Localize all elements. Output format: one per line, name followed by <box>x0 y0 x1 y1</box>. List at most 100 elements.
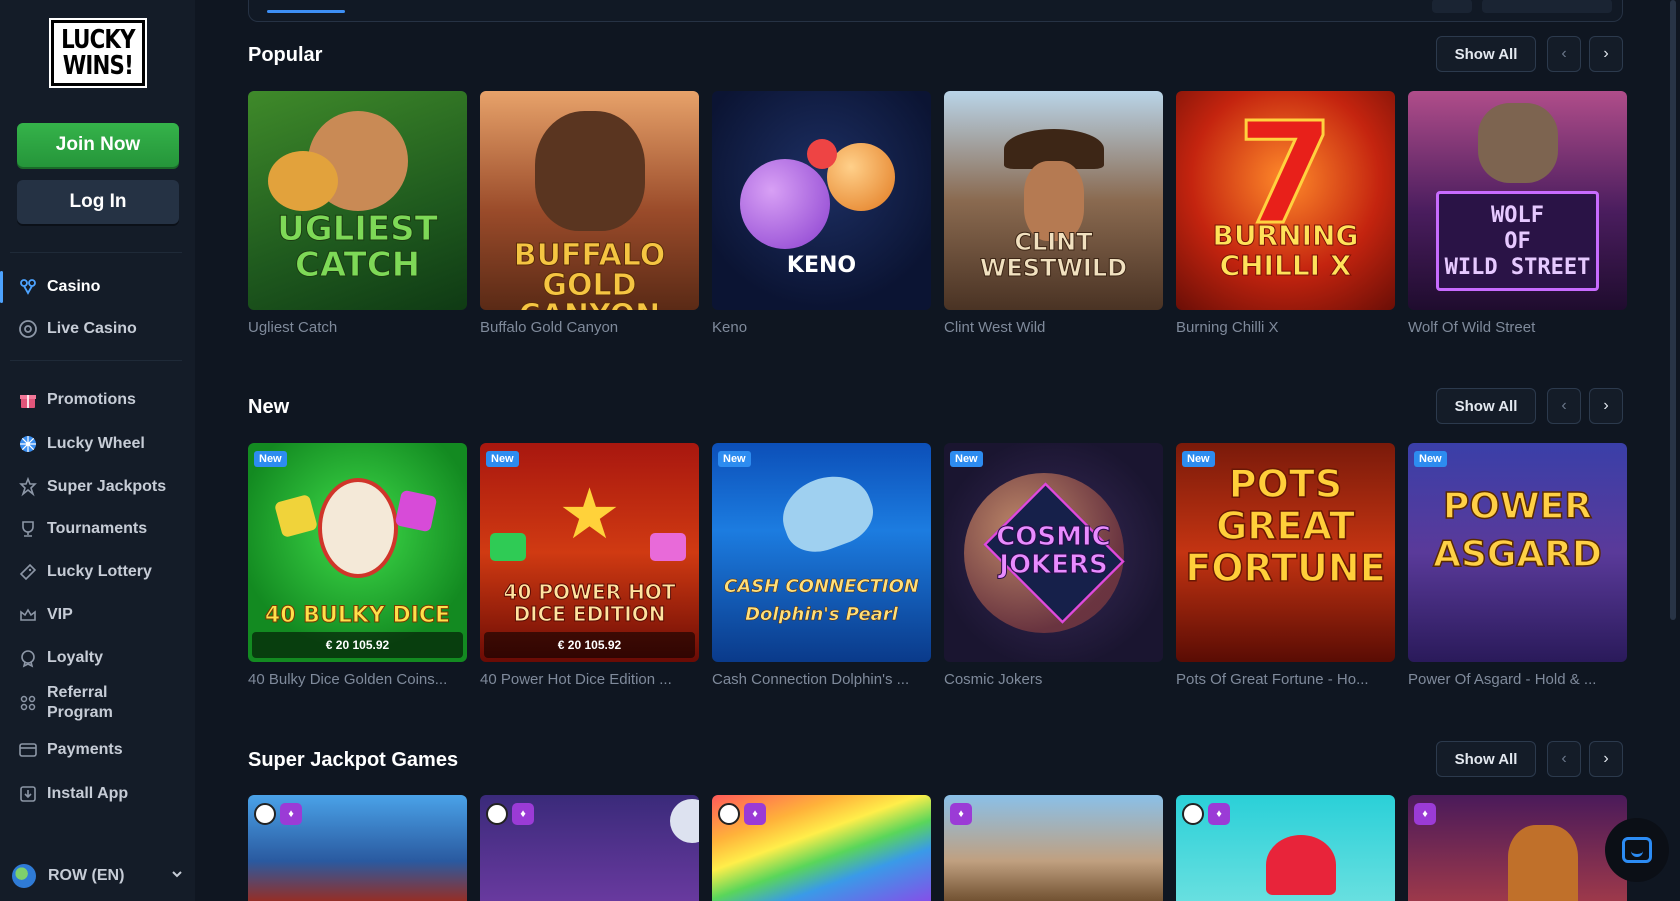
section-title: Super Jackpot Games <box>248 749 459 771</box>
game-name: Wolf Of Wild Street <box>1408 319 1536 336</box>
game-art-text: WOLF OF WILD STREET <box>1444 203 1591 280</box>
game-card[interactable]: ♦ <box>1176 795 1395 901</box>
game-name: Burning Chilli X <box>1176 319 1279 336</box>
gem-icon: ♦ <box>1414 803 1436 825</box>
sidebar-item-lucky-wheel[interactable]: Lucky Wheel <box>0 424 195 464</box>
prev-arrow-button[interactable]: ‹ <box>1547 741 1581 777</box>
logo-line-2: WINS! <box>62 51 134 81</box>
game-thumbnail[interactable]: New ★ 40 POWER HOT DICE EDITION € 20 105… <box>480 443 699 662</box>
sidebar-item-payments[interactable]: Payments <box>0 730 195 770</box>
live-chat-button[interactable] <box>1605 818 1669 882</box>
game-card[interactable]: ♦ <box>248 795 467 901</box>
game-art-text: CLINT WESTWILD <box>979 228 1128 282</box>
sidebar-item-install-app[interactable]: Install App <box>0 774 195 814</box>
game-card[interactable]: ♦ <box>944 795 1163 901</box>
next-arrow-button[interactable]: › <box>1589 388 1623 424</box>
game-card[interactable]: 7 BURNING CHILLI X Burning Chilli X <box>1176 91 1395 336</box>
game-thumbnail[interactable]: ♦ <box>944 795 1163 901</box>
loyalty-icon <box>18 648 38 668</box>
main-content: Popular Show All ‹ › UGLIEST CATCH Uglie… <box>195 0 1680 901</box>
sidebar-item-lucky-lottery[interactable]: Lucky Lottery <box>0 552 195 592</box>
sidebar-item-super-jackpots[interactable]: Super Jackpots <box>0 467 195 507</box>
game-card[interactable]: New 40 BULKY DICE € 20 105.92 40 Bulky D… <box>248 443 467 688</box>
log-in-button[interactable]: Log In <box>17 180 179 224</box>
join-now-button[interactable]: Join Now <box>17 123 179 167</box>
scrollbar-thumb[interactable] <box>1670 0 1676 620</box>
game-name: Keno <box>712 319 748 336</box>
game-art-text: POTS GREAT FORTUNE <box>1185 462 1387 590</box>
search-field[interactable] <box>1482 0 1612 13</box>
brand-logo[interactable]: LUCKY WINS! <box>49 18 147 88</box>
next-arrow-button[interactable]: › <box>1589 741 1623 777</box>
show-all-button[interactable]: Show All <box>1436 388 1536 424</box>
filter-button[interactable] <box>1432 0 1472 13</box>
game-thumbnail[interactable]: New COSMIC JOKERS <box>944 443 1163 662</box>
game-thumbnail[interactable]: New POWER ASGARD <box>1408 443 1627 662</box>
game-name: Buffalo Gold Canyon <box>480 319 619 336</box>
gem-icon: ♦ <box>744 803 766 825</box>
globe-icon <box>12 864 36 888</box>
sidebar: LUCKY WINS! Join Now Log In Casino Live … <box>0 0 195 901</box>
game-thumbnail[interactable]: ♦ <box>248 795 467 901</box>
game-thumbnail[interactable]: New 40 BULKY DICE € 20 105.92 <box>248 443 467 662</box>
drops-wins-icon <box>254 803 276 825</box>
game-art-text: UGLIEST CATCH <box>277 209 439 285</box>
chevron-right-icon: › <box>1603 45 1609 62</box>
game-name: 40 Power Hot Dice Edition ... <box>480 671 672 688</box>
game-thumbnail[interactable]: CLINT WESTWILD <box>944 91 1163 310</box>
section-title: New <box>248 396 290 418</box>
game-name: Cosmic Jokers <box>944 671 1043 688</box>
language-selector[interactable]: ROW (EN) <box>12 861 184 891</box>
sidebar-item-referral-program[interactable]: Referral Program <box>0 681 195 725</box>
new-badge: New <box>254 451 287 467</box>
game-thumbnail[interactable]: ♦ <box>1176 795 1395 901</box>
game-card[interactable]: BUFFALO GOLD CANYON Buffalo Gold Canyon <box>480 91 699 336</box>
game-thumbnail[interactable]: BUFFALO GOLD CANYON <box>480 91 699 310</box>
game-thumbnail[interactable]: New CASH CONNECTION Dolphin's Pearl <box>712 443 931 662</box>
game-thumbnail[interactable]: WOLF OF WILD STREET <box>1408 91 1627 310</box>
game-name: Cash Connection Dolphin's ... <box>712 671 910 688</box>
game-card[interactable]: ♦ <box>1408 795 1627 901</box>
show-all-button[interactable]: Show All <box>1436 36 1536 72</box>
ticket-icon <box>18 562 38 582</box>
game-thumbnail[interactable]: ♦ <box>712 795 931 901</box>
game-thumbnail[interactable]: ♦ <box>1408 795 1627 901</box>
show-all-button[interactable]: Show All <box>1436 741 1536 777</box>
prev-arrow-button[interactable]: ‹ <box>1547 36 1581 72</box>
game-card[interactable]: CLINT WESTWILD Clint West Wild <box>944 91 1163 336</box>
sidebar-item-casino[interactable]: Casino <box>0 267 195 307</box>
sidebar-item-vip[interactable]: VIP <box>0 595 195 635</box>
sidebar-item-promotions[interactable]: Promotions <box>0 380 195 420</box>
game-thumbnail[interactable]: 7 BURNING CHILLI X <box>1176 91 1395 310</box>
game-thumbnail[interactable]: UGLIEST CATCH <box>248 91 467 310</box>
sidebar-item-tournaments[interactable]: Tournaments <box>0 509 195 549</box>
game-card[interactable]: KENO Keno <box>712 91 931 336</box>
chevron-left-icon: ‹ <box>1561 750 1567 767</box>
game-thumbnail[interactable]: KENO <box>712 91 931 310</box>
game-card[interactable]: New COSMIC JOKERS Cosmic Jokers <box>944 443 1163 688</box>
game-card[interactable]: UGLIEST CATCH Ugliest Catch <box>248 91 467 336</box>
game-card[interactable]: WOLF OF WILD STREET Wolf Of Wild Street <box>1408 91 1627 336</box>
game-card[interactable]: New POTS GREAT FORTUNE Pots Of Great For… <box>1176 443 1395 688</box>
sidebar-item-label: Loyalty <box>47 649 104 666</box>
sidebar-item-live-casino[interactable]: Live Casino <box>0 309 195 349</box>
sidebar-divider <box>10 252 182 253</box>
sidebar-item-label: Install App <box>47 785 129 802</box>
sidebar-item-loyalty[interactable]: Loyalty <box>0 638 195 678</box>
prev-arrow-button[interactable]: ‹ <box>1547 388 1581 424</box>
new-badge: New <box>486 451 519 467</box>
game-card[interactable]: New POWER ASGARD Power Of Asgard - Hold … <box>1408 443 1627 688</box>
drops-wins-icon <box>486 803 508 825</box>
next-arrow-button[interactable]: › <box>1589 36 1623 72</box>
gem-icon: ♦ <box>1208 803 1230 825</box>
game-thumbnail[interactable]: New POTS GREAT FORTUNE <box>1176 443 1395 662</box>
chevron-right-icon: › <box>1603 750 1609 767</box>
game-card[interactable]: New CASH CONNECTION Dolphin's Pearl Cash… <box>712 443 931 688</box>
sidebar-item-label: Payments <box>47 741 123 758</box>
card-icon <box>18 740 38 760</box>
game-thumbnail[interactable]: ♦ <box>480 795 699 901</box>
game-card[interactable]: ♦ <box>480 795 699 901</box>
page-scrollbar[interactable] <box>1668 0 1680 901</box>
game-card[interactable]: New ★ 40 POWER HOT DICE EDITION € 20 105… <box>480 443 699 688</box>
game-card[interactable]: ♦ <box>712 795 931 901</box>
